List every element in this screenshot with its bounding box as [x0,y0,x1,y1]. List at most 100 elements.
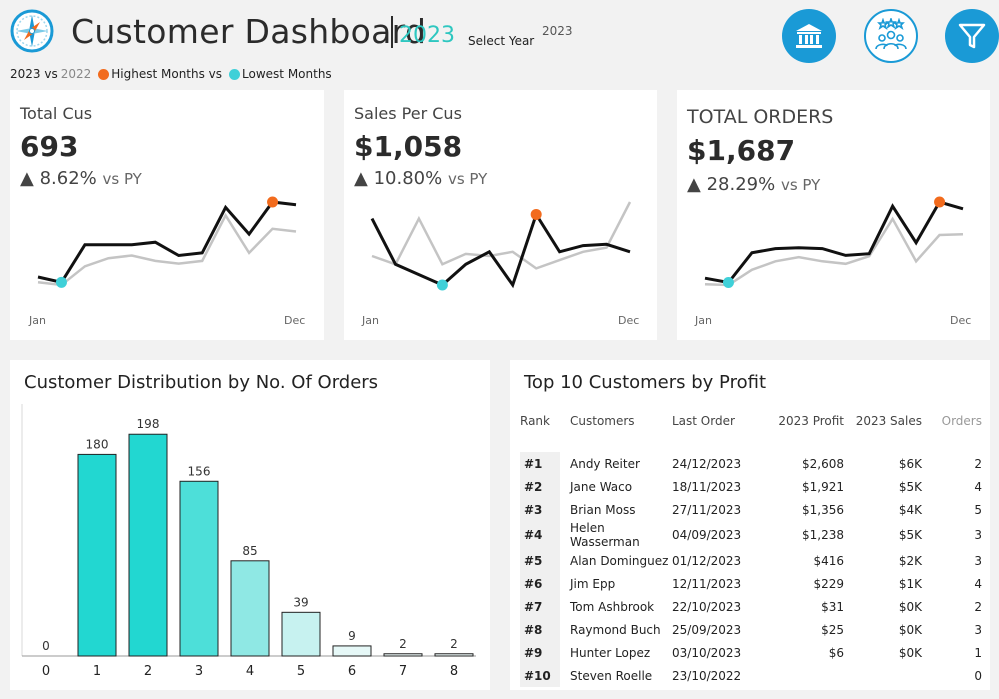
column-header-customers[interactable]: Customers [560,414,672,438]
rank-cell: #2 [520,475,560,498]
rank-cell: #4 [520,521,560,549]
data-label-1: 180 [86,437,109,451]
page-title: Customer Dashboard [71,12,427,51]
rank-cell: #5 [520,549,560,572]
customer-name-cell: Brian Moss [570,502,636,517]
tick-label-2: 2 [144,664,152,679]
current-year-line [37,200,297,284]
sparkline-end-label: Dec [284,314,306,327]
table-row[interactable]: #8 Raymond Buch 25/09/2023 $25 $0K 3 [520,618,982,641]
highest-month-dot [98,68,110,80]
last-order-cell: 18/11/2023 [672,479,742,494]
data-label-3: 156 [188,464,211,478]
rank-cell: #9 [520,641,560,664]
sales-cell: $0K [898,622,922,637]
previous-year-line [371,201,632,270]
table-row[interactable]: #9 Hunter Lopez 03/10/2023 $6 $0K 1 [520,641,982,664]
sales-cell: $4K [898,502,922,517]
profit-cell: $1,921 [802,479,844,494]
sparkline-start-label: Jan [362,314,379,327]
orders-cell: 1 [974,645,982,660]
orders-cell: 4 [974,576,982,591]
kpi-change: ▲ 8.62% vs PY [20,168,142,189]
table-row[interactable]: #3 Brian Moss 27/11/2023 $1,356 $4K 5 [520,498,982,521]
last-order-cell: 24/12/2023 [672,456,742,471]
table-row[interactable]: #10 Steven Roelle 23/10/2022 0 [520,664,982,687]
rank-cell: #6 [520,572,560,595]
table-row[interactable]: #4 Helen Wasserman 04/09/2023 $1,238 $5K 3 [520,521,982,549]
last-order-cell: 04/09/2023 [672,528,742,542]
data-label-4: 85 [242,544,257,558]
top10-table: Rank Customers Last Order 2023 Profit 20… [520,414,982,687]
orders-cell: 3 [974,528,982,542]
last-order-cell: 25/09/2023 [672,622,742,637]
table-row[interactable]: #7 Tom Ashbrook 22/10/2023 $31 $0K 2 [520,595,982,618]
profit-cell: $1,356 [802,502,844,517]
rank-cell: #1 [520,452,560,475]
tick-label-4: 4 [246,664,254,679]
customer-name-cell: Jim Epp [570,576,616,591]
kpi-card-total-orders: TOTAL ORDERS $1,687 ▲ 28.29% vs PY Jan D… [677,90,990,340]
last-order-cell: 01/12/2023 [672,553,742,568]
lowest-month-marker [436,279,448,291]
kpi-label: Total Cus [20,104,93,123]
sparkline-chart [370,201,632,291]
table-row[interactable]: #5 Alan Dominguez 01/12/2023 $416 $2K 3 [520,549,982,572]
tick-label-3: 3 [195,664,203,679]
profit-cell [764,664,844,687]
kpi-card-total-customers: Total Cus 693 ▲ 8.62% vs PY Jan Dec [10,90,324,340]
customer-name-cell: Tom Ashbrook [570,599,655,614]
orders-cell: 2 [974,599,982,614]
legend-previous-year: 2022 [60,67,92,81]
orders-cell: 4 [974,479,982,494]
select-year-label: Select Year [468,34,535,48]
select-year-dropdown[interactable]: 2023 [542,24,573,38]
sales-cell [844,664,922,687]
bar-4 [230,560,270,657]
orders-cell: 0 [974,668,982,683]
sales-cell: $5K [898,528,922,542]
top10-panel: Top 10 Customers by Profit Rank Customer… [510,360,990,690]
rank-cell: #8 [520,618,560,641]
tick-label-5: 5 [297,664,305,679]
bank-button[interactable] [782,9,836,63]
orders-cell: 5 [974,502,982,517]
sparkline-chart [704,196,964,288]
last-order-cell: 12/11/2023 [672,576,742,591]
column-header-sales[interactable]: 2023 Sales [844,414,922,438]
sales-cell: $6K [898,456,922,471]
profit-cell: $6 [828,645,844,660]
legend: 2023 vs 2022 Highest Months vs Lowest Mo… [10,67,332,81]
tick-label-1: 1 [93,664,101,679]
bar-1 [77,453,117,657]
customer-name-cell: Andy Reiter [570,456,640,471]
column-header-rank[interactable]: Rank [520,414,560,438]
column-header-profit[interactable]: 2023 Profit [764,414,844,438]
title-divider [391,16,393,48]
customers-button[interactable] [864,9,918,63]
filter-button[interactable] [945,9,999,63]
sparkline-start-label: Jan [695,314,712,327]
column-header-last-order[interactable]: Last Order [672,414,764,438]
customer-name-cell: Jane Waco [570,479,633,494]
bar-3 [179,480,219,657]
table-row[interactable]: #6 Jim Epp 12/11/2023 $229 $1K 4 [520,572,982,595]
profit-cell: $416 [813,553,844,568]
last-order-cell: 27/11/2023 [672,502,742,517]
kpi-change: ▲ 10.80% vs PY [354,168,487,189]
filter-icon [958,23,986,49]
sparkline-end-label: Dec [618,314,640,327]
tick-label-8: 8 [450,664,458,679]
bar-7 [383,653,423,657]
legend-highest: Highest Months vs [111,67,223,81]
bar-5 [281,611,321,657]
last-order-cell: 22/10/2023 [672,599,742,614]
table-row[interactable]: #1 Andy Reiter 24/12/2023 $2,608 $6K 2 [520,452,982,475]
table-row[interactable]: #2 Jane Waco 18/11/2023 $1,921 $5K 4 [520,475,982,498]
bar-6 [332,645,372,657]
column-header-orders[interactable]: Orders [922,414,982,438]
bank-icon [796,24,822,48]
kpi-vs-label: vs PY [447,170,488,188]
data-label-8: 2 [450,637,458,651]
profit-cell: $1,238 [802,528,844,542]
